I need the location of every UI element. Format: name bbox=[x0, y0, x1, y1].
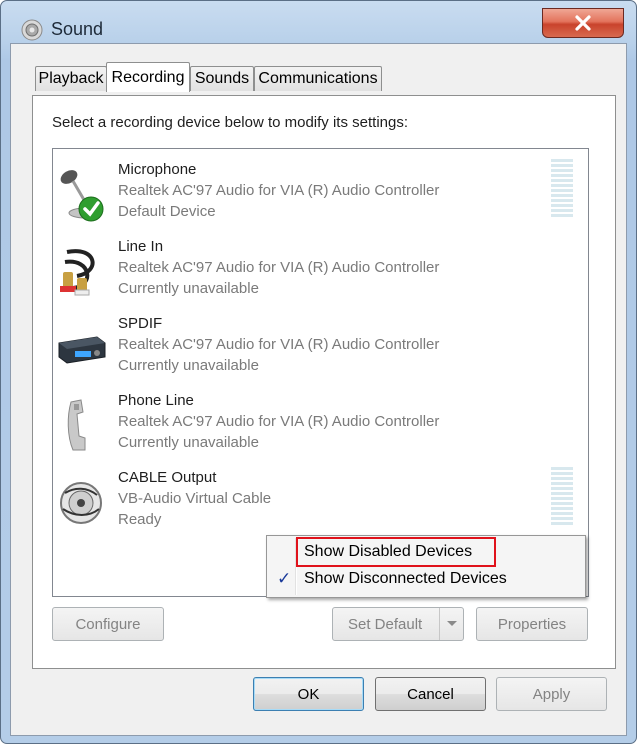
device-name: CABLE Output bbox=[118, 469, 217, 486]
set-default-dropdown[interactable] bbox=[439, 608, 463, 640]
chevron-down-icon bbox=[446, 621, 457, 626]
device-status: Currently unavailable bbox=[118, 434, 259, 451]
device-name: Line In bbox=[118, 238, 164, 255]
list-item-microphone[interactable]: Microphone Realtek AC'97 Audio for VIA (… bbox=[53, 157, 588, 234]
apply-button[interactable]: Apply bbox=[496, 677, 607, 711]
dialog-client-area: Playback Recording Sounds Communications… bbox=[10, 43, 627, 736]
list-item-line-in[interactable]: Line In Realtek AC'97 Audio for VIA (R) … bbox=[53, 234, 588, 311]
spdif-receiver-icon bbox=[57, 319, 107, 377]
device-status: Default Device bbox=[118, 203, 216, 220]
device-driver: Realtek AC'97 Audio for VIA (R) Audio Co… bbox=[118, 336, 440, 353]
list-item-spdif[interactable]: SPDIF Realtek AC'97 Audio for VIA (R) Au… bbox=[53, 311, 588, 388]
device-driver: Realtek AC'97 Audio for VIA (R) Audio Co… bbox=[118, 413, 440, 430]
instruction-text: Select a recording device below to modif… bbox=[52, 114, 409, 131]
sound-dialog-window: Sound Playback Recording Sounds Communic… bbox=[0, 0, 637, 744]
close-button[interactable] bbox=[542, 8, 624, 38]
level-meter bbox=[551, 159, 573, 219]
configure-button[interactable]: Configure bbox=[52, 607, 164, 641]
recording-device-list[interactable]: Microphone Realtek AC'97 Audio for VIA (… bbox=[52, 148, 589, 597]
device-name: Microphone bbox=[118, 161, 197, 178]
microphone-icon bbox=[57, 165, 107, 223]
cable-reel-icon bbox=[57, 473, 107, 531]
list-item-cable-output[interactable]: CABLE Output VB-Audio Virtual Cable Read… bbox=[53, 465, 588, 542]
device-driver: VB-Audio Virtual Cable bbox=[118, 490, 272, 507]
line-in-cable-icon bbox=[57, 242, 107, 300]
list-item-phone-line[interactable]: Phone Line Realtek AC'97 Audio for VIA (… bbox=[53, 388, 588, 465]
set-default-button[interactable]: Set Default bbox=[332, 607, 464, 641]
phone-handset-icon bbox=[57, 396, 107, 454]
speaker-icon bbox=[21, 19, 43, 41]
device-driver: Realtek AC'97 Audio for VIA (R) Audio Co… bbox=[118, 182, 440, 199]
tab-communications[interactable]: Communications bbox=[254, 66, 382, 91]
properties-button[interactable]: Properties bbox=[476, 607, 588, 641]
window-title: Sound bbox=[51, 19, 104, 39]
menu-item-show-disconnected-devices[interactable]: ✓ Show Disconnected Devices bbox=[269, 566, 583, 592]
annotation-highlight-box bbox=[296, 537, 496, 567]
set-default-label: Set Default bbox=[348, 615, 423, 633]
level-meter bbox=[551, 467, 573, 527]
ok-button[interactable]: OK bbox=[253, 677, 364, 711]
tab-recording[interactable]: Recording bbox=[106, 62, 190, 92]
checkmark-icon: ✓ bbox=[277, 569, 292, 588]
cancel-button[interactable]: Cancel bbox=[375, 677, 486, 711]
menu-item-label: Show Disconnected Devices bbox=[304, 570, 507, 587]
device-status: Ready bbox=[118, 511, 162, 528]
device-driver: Realtek AC'97 Audio for VIA (R) Audio Co… bbox=[118, 259, 440, 276]
device-status: Currently unavailable bbox=[118, 357, 259, 374]
device-status: Currently unavailable bbox=[118, 280, 259, 297]
device-name: Phone Line bbox=[118, 392, 194, 409]
device-name: SPDIF bbox=[118, 315, 163, 332]
tab-playback[interactable]: Playback bbox=[35, 66, 107, 91]
close-icon bbox=[575, 15, 591, 31]
tab-sounds[interactable]: Sounds bbox=[190, 66, 254, 91]
